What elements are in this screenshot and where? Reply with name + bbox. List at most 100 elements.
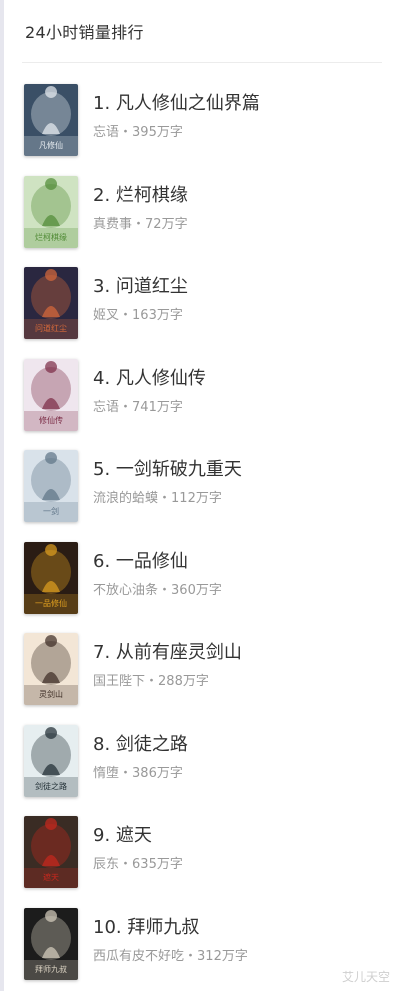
book-info: 7. 从前有座灵剑山国王陛下・288万字 <box>93 641 393 691</box>
book-list-item[interactable]: 烂柯棋缘 2. 烂柯棋缘 真费事・72万字 <box>4 170 400 262</box>
book-rank: 3. <box>93 276 111 297</box>
meta-separator: ・ <box>158 582 172 598</box>
ranking-page: 24小时销量排行 凡修仙 1. 凡人修仙之仙界篇 忘语・395万字 烂柯棋缘 2. 烂柯… <box>0 0 400 991</box>
book-rank: 5. <box>93 459 111 480</box>
book-cover-title: 问道红尘 <box>35 323 67 333</box>
book-author[interactable]: 国王陛下 <box>93 674 145 689</box>
book-list-item[interactable]: 一剑 5. 一剑斩破九重天流浪的蛤蟆・112万字 <box>4 444 400 536</box>
book-author[interactable]: 姬叉 <box>93 308 119 323</box>
book-word-count: 635万字 <box>132 857 183 872</box>
book-title-text: 一品修仙 <box>115 550 188 572</box>
book-rank: 8. <box>93 733 111 755</box>
book-word-count: 312万字 <box>197 948 248 964</box>
book-rank: 6. <box>93 550 111 572</box>
book-info: 10. 拜师九叔西瓜有皮不好吃・312万字 <box>93 916 393 966</box>
book-word-count: 288万字 <box>158 674 209 689</box>
book-title-text: 一剑斩破九重天 <box>115 459 242 480</box>
book-cover-image[interactable]: 一品修仙 <box>24 541 78 614</box>
book-title[interactable]: 4. 凡人修仙传 <box>93 367 393 391</box>
book-cover-image[interactable]: 凡修仙 <box>24 84 78 156</box>
book-cover-image[interactable]: 拜师九叔 <box>24 907 78 980</box>
book-author[interactable]: 不放心油条 <box>93 583 158 598</box>
book-title[interactable]: 1. 凡人修仙之仙界篇 <box>93 92 393 116</box>
book-cover-art: 一品修仙 <box>24 541 78 614</box>
watermark: 艾儿天空 <box>341 970 390 984</box>
meta-separator: ・ <box>158 491 172 506</box>
book-list-item[interactable]: 修仙传 4. 凡人修仙传忘语・741万字 <box>4 353 400 445</box>
meta-separator: ・ <box>119 399 133 415</box>
book-author[interactable]: 流浪的蛤蟆 <box>93 491 158 506</box>
book-ranking-list: 凡修仙 1. 凡人修仙之仙界篇 忘语・395万字 烂柯棋缘 2. 烂柯棋缘 真费事・72万… <box>4 78 400 991</box>
book-list-item[interactable]: 问道红尘 3. 问道红尘姬叉・163万字 <box>4 261 400 353</box>
book-meta: 西瓜有皮不好吃・312万字 <box>93 948 393 966</box>
book-cover-art: 修仙传 <box>24 358 78 431</box>
book-meta: 姬叉・163万字 <box>93 307 393 325</box>
book-title[interactable]: 6. 一品修仙 <box>93 550 393 574</box>
book-list-item[interactable]: 拜师九叔 10. 拜师九叔西瓜有皮不好吃・312万字 <box>4 902 400 991</box>
book-info: 8. 剑徒之路惰堕・386万字 <box>93 733 393 783</box>
book-cover-image[interactable]: 修仙传 <box>24 358 78 431</box>
book-cover-art: 烂柯棋缘 <box>24 175 78 248</box>
book-list-item[interactable]: 凡修仙 1. 凡人修仙之仙界篇 忘语・395万字 <box>4 78 400 170</box>
header-divider <box>22 62 382 63</box>
book-info: 1. 凡人修仙之仙界篇 忘语・395万字 <box>93 92 393 142</box>
book-word-count: 386万字 <box>132 765 183 781</box>
book-cover-title: 遮天 <box>43 872 59 882</box>
book-cover-title: 拜师九叔 <box>35 964 67 974</box>
meta-separator: ・ <box>119 308 133 323</box>
book-rank: 7. <box>93 642 111 663</box>
book-title[interactable]: 3. 问道红尘 <box>93 275 393 299</box>
book-list-item[interactable]: 遮天 9. 遮天辰东・635万字 <box>4 810 400 902</box>
meta-separator: ・ <box>132 216 146 232</box>
book-cover-image[interactable]: 烂柯棋缘 <box>24 175 78 248</box>
meta-separator: ・ <box>119 765 133 781</box>
book-meta: 惰堕・386万字 <box>93 765 393 783</box>
book-author[interactable]: 西瓜有皮不好吃 <box>93 949 184 964</box>
book-word-count: 72万字 <box>145 216 188 232</box>
book-list-item[interactable]: 剑徒之路 8. 剑徒之路惰堕・386万字 <box>4 719 400 811</box>
book-meta: 忘语・741万字 <box>93 399 393 417</box>
book-info: 4. 凡人修仙传忘语・741万字 <box>93 367 393 417</box>
book-rank: 1. <box>93 93 111 114</box>
book-cover-art: 一剑 <box>24 450 78 522</box>
book-cover-image[interactable]: 遮天 <box>24 816 78 888</box>
book-list-item[interactable]: 灵剑山 7. 从前有座灵剑山国王陛下・288万字 <box>4 627 400 719</box>
meta-separator: ・ <box>184 948 198 964</box>
book-title[interactable]: 9. 遮天 <box>93 824 393 848</box>
book-author[interactable]: 辰东 <box>93 857 119 872</box>
book-info: 3. 问道红尘姬叉・163万字 <box>93 275 393 325</box>
book-cover-title: 灵剑山 <box>39 689 63 699</box>
book-author[interactable]: 忘语 <box>93 125 119 140</box>
book-title[interactable]: 8. 剑徒之路 <box>93 733 393 757</box>
book-info: 6. 一品修仙不放心油条・360万字 <box>93 550 393 600</box>
book-cover-image[interactable]: 灵剑山 <box>24 633 78 705</box>
book-rank: 10. <box>93 916 122 938</box>
book-title[interactable]: 5. 一剑斩破九重天 <box>93 458 393 482</box>
book-cover-title: 修仙传 <box>39 415 63 425</box>
book-meta: 真费事・72万字 <box>93 216 393 234</box>
book-cover-image[interactable]: 一剑 <box>24 450 78 522</box>
book-meta: 国王陛下・288万字 <box>93 673 393 691</box>
book-author[interactable]: 真费事 <box>93 217 132 232</box>
book-list-item[interactable]: 一品修仙 6. 一品修仙 不放心油条・360万字 <box>4 536 400 628</box>
book-title[interactable]: 7. 从前有座灵剑山 <box>93 641 393 665</box>
book-meta: 辰东・635万字 <box>93 856 393 874</box>
book-cover-title: 剑徒之路 <box>35 781 67 791</box>
book-word-count: 741万字 <box>132 399 183 415</box>
book-word-count: 360万字 <box>171 582 222 598</box>
book-title[interactable]: 2. 烂柯棋缘 <box>93 184 393 208</box>
book-info: 2. 烂柯棋缘真费事・72万字 <box>93 184 393 234</box>
book-info: 5. 一剑斩破九重天流浪的蛤蟆・112万字 <box>93 458 393 508</box>
book-cover-image[interactable]: 剑徒之路 <box>24 724 78 797</box>
book-author[interactable]: 惰堕 <box>93 766 119 781</box>
book-title[interactable]: 10. 拜师九叔 <box>93 916 393 940</box>
ranking-header: 24小时销量排行 <box>4 0 400 62</box>
book-cover-art: 遮天 <box>24 816 78 888</box>
book-author[interactable]: 忘语 <box>93 400 119 415</box>
book-cover-title: 烂柯棋缘 <box>35 232 67 242</box>
book-cover-image[interactable]: 问道红尘 <box>24 267 78 339</box>
book-cover-title: 凡修仙 <box>39 140 63 150</box>
book-title-text: 烂柯棋缘 <box>115 184 188 206</box>
book-meta: 流浪的蛤蟆・112万字 <box>93 490 393 508</box>
ranking-title: 24小时销量排行 <box>25 23 144 42</box>
